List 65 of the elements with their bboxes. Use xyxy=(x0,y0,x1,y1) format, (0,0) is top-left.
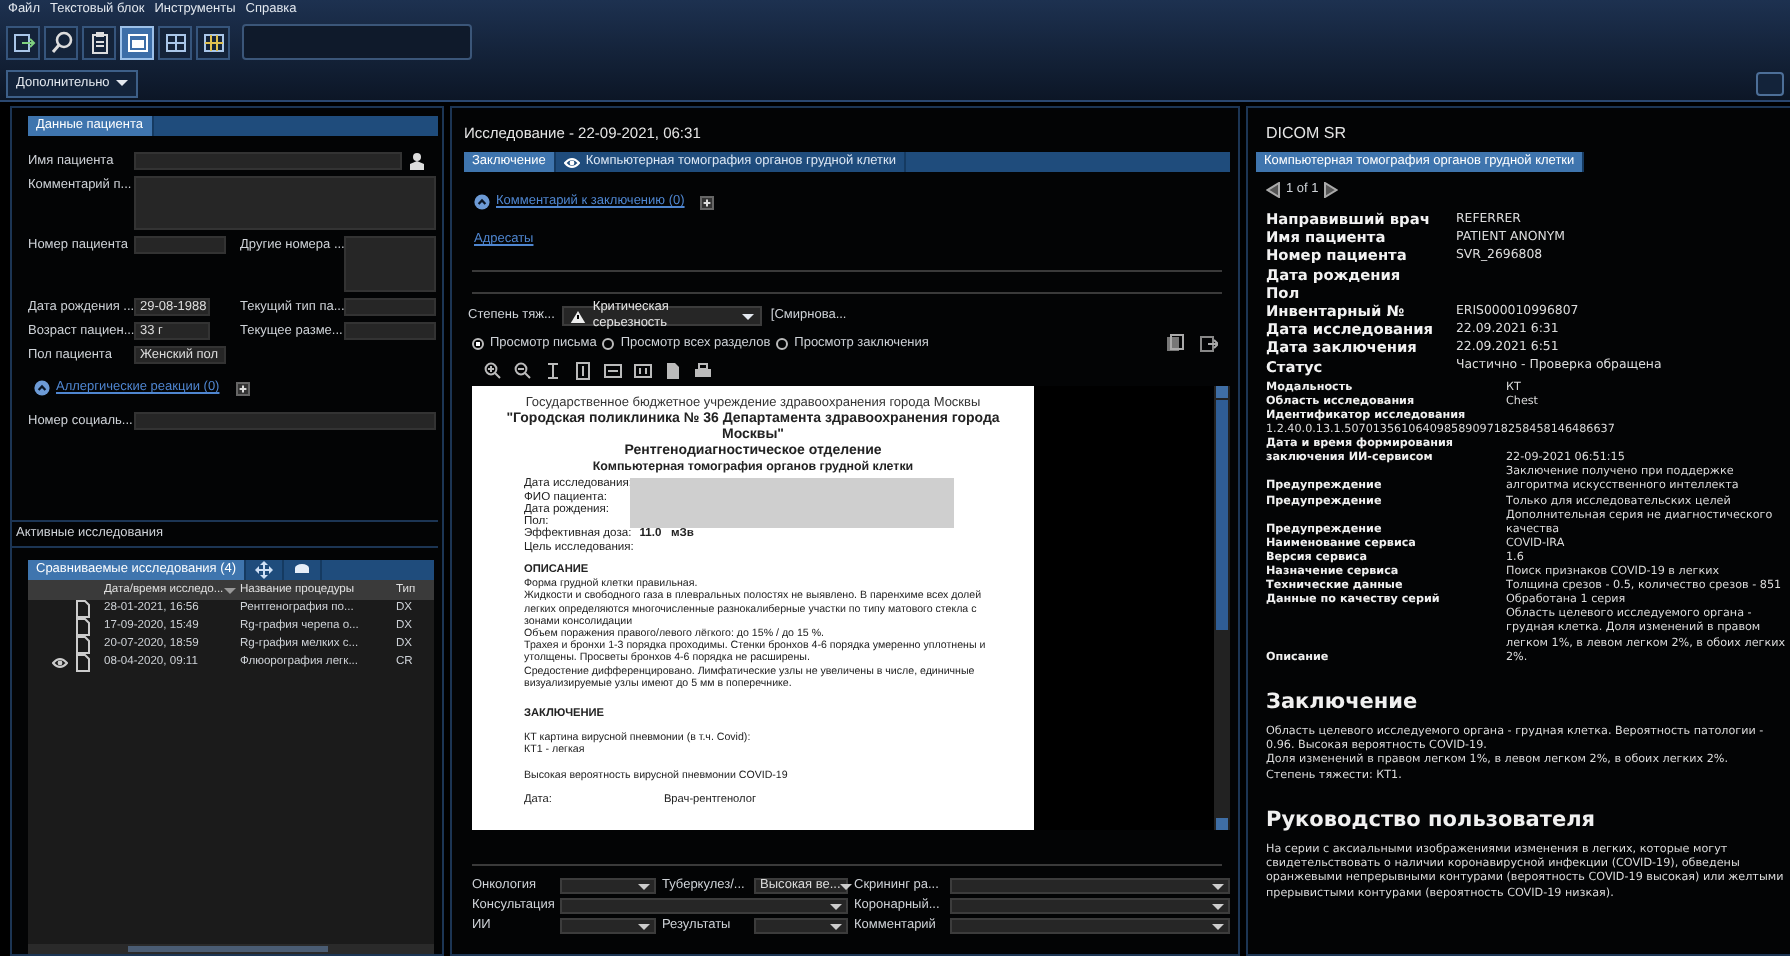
dropdown-field[interactable] xyxy=(950,918,1230,935)
person-icon xyxy=(408,152,426,170)
fit-height-icon[interactable] xyxy=(544,362,562,381)
window-layout-icon xyxy=(125,29,149,55)
collapse-icon[interactable] xyxy=(34,380,50,397)
caret-icon xyxy=(1212,923,1224,930)
comment-field[interactable] xyxy=(134,176,436,230)
search-icon xyxy=(49,29,73,55)
dropdown-field[interactable] xyxy=(560,878,656,895)
caret-icon xyxy=(830,923,842,930)
name-field[interactable] xyxy=(134,152,402,170)
radio-button[interactable] xyxy=(472,337,484,350)
dropdown-field[interactable] xyxy=(560,898,848,915)
section-heading: Заключение xyxy=(1266,689,1420,715)
radio-button[interactable] xyxy=(776,337,789,350)
toolbar-field[interactable] xyxy=(242,24,472,60)
grid-layout-icon xyxy=(201,29,225,55)
caret-icon xyxy=(115,80,128,86)
collapse-icon[interactable] xyxy=(474,194,490,211)
number-field[interactable] xyxy=(134,236,226,254)
section-heading: Руководство пользователя xyxy=(1266,807,1598,833)
add-icon[interactable] xyxy=(700,195,715,210)
previous-icon[interactable] xyxy=(1266,182,1280,199)
sort-icon[interactable] xyxy=(223,587,236,594)
move-icon xyxy=(254,560,275,581)
radio-button[interactable] xyxy=(602,337,615,350)
actual-size-icon[interactable] xyxy=(634,362,652,381)
patient-type-field[interactable] xyxy=(344,298,436,316)
other-numbers-field[interactable] xyxy=(344,236,436,292)
panel-title: DICOM SR xyxy=(1266,124,1348,144)
print-icon[interactable] xyxy=(694,362,712,381)
warning-icon xyxy=(570,309,587,324)
clipboard-icon xyxy=(87,29,111,55)
toolbar-button[interactable] xyxy=(120,25,154,59)
horizontal-scrollbar[interactable] xyxy=(28,944,434,954)
export-icon[interactable] xyxy=(1200,334,1218,353)
panel-button[interactable] xyxy=(1756,71,1784,95)
toolbar-button[interactable] xyxy=(158,25,192,59)
toolbar-button[interactable] xyxy=(82,25,116,59)
dropdown-field[interactable] xyxy=(560,918,656,935)
caret-icon xyxy=(1212,903,1224,910)
dropdown-field[interactable] xyxy=(950,878,1230,895)
toolbar-button[interactable] xyxy=(44,25,78,59)
caret-icon xyxy=(638,923,650,930)
fit-page-icon[interactable] xyxy=(574,362,592,381)
next-icon[interactable] xyxy=(1324,182,1339,199)
copy-report-icon[interactable] xyxy=(1166,334,1184,353)
grid-layout-icon xyxy=(163,29,187,55)
caret-icon xyxy=(638,883,650,890)
dropdown-field[interactable] xyxy=(754,918,848,935)
page-icon[interactable] xyxy=(664,362,682,381)
caret-icon xyxy=(742,313,755,320)
zoom-out-icon[interactable] xyxy=(514,362,532,381)
caret-icon xyxy=(1212,883,1224,890)
add-icon[interactable] xyxy=(235,381,250,396)
fit-width-icon[interactable] xyxy=(604,362,622,381)
social-number-field[interactable] xyxy=(134,412,436,431)
toolbar-button[interactable] xyxy=(6,25,40,59)
eye-icon xyxy=(563,155,580,169)
dropdown-field[interactable] xyxy=(950,898,1230,915)
caret-icon xyxy=(830,903,842,910)
zoom-in-icon[interactable] xyxy=(484,362,502,381)
vertical-scrollbar[interactable] xyxy=(1214,386,1230,831)
toolbar-button[interactable] xyxy=(196,25,230,59)
size-field[interactable] xyxy=(344,322,436,340)
